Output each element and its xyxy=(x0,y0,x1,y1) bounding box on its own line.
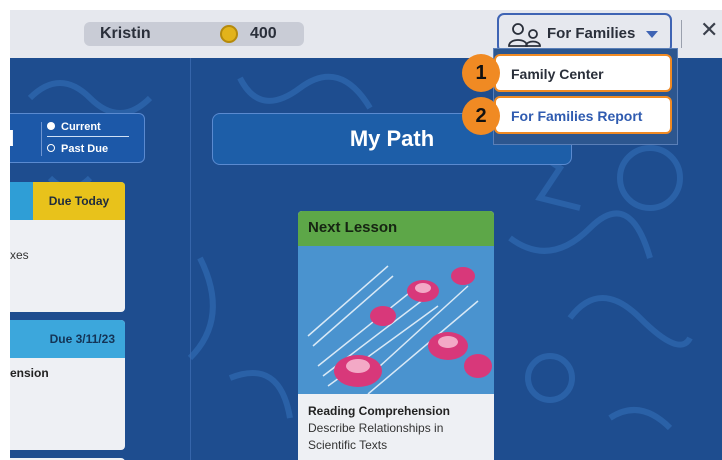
header-divider xyxy=(681,20,682,48)
menu-item-label: For Families Report xyxy=(511,108,643,124)
due-badge: Due Today xyxy=(33,182,125,220)
step-number-badge: 2 xyxy=(462,97,500,135)
assignment-filter: d Current Past Due xyxy=(10,113,145,163)
menu-item-family-center[interactable]: Family Center xyxy=(494,54,672,92)
column-divider xyxy=(190,58,191,460)
family-icon xyxy=(508,23,541,47)
user-name: Kristin xyxy=(100,25,151,42)
filter-underline xyxy=(47,136,129,137)
assignment-card[interactable]: Due 3/11/23 ension xyxy=(10,320,125,450)
filter-option-current[interactable]: Current xyxy=(47,121,101,133)
assignment-card-header: Due 3/11/23 xyxy=(10,320,125,358)
next-lesson-header: Next Lesson xyxy=(298,211,494,246)
lesson-body: Reading Comprehension Describe Relations… xyxy=(298,394,494,460)
caret-down-icon xyxy=(646,31,658,38)
lesson-subject: Reading Comprehension xyxy=(308,404,451,418)
due-badge: Due 3/11/23 xyxy=(49,332,115,346)
assignment-title: ension xyxy=(10,366,49,380)
assignment-title: xes xyxy=(10,248,29,262)
for-families-dropdown: Family Center For Families Report xyxy=(493,48,678,145)
coin-count: 400 xyxy=(250,25,277,42)
filter-option-label: Past Due xyxy=(61,143,109,155)
assignment-card-header: Due Today xyxy=(10,182,125,220)
filter-option-label: Current xyxy=(61,121,101,133)
filter-title-fragment: d xyxy=(10,126,14,152)
radio-selected-icon xyxy=(47,122,55,130)
coin-icon xyxy=(220,25,238,43)
for-families-button[interactable]: For Families xyxy=(497,13,672,53)
assignment-card[interactable]: Due Today xes xyxy=(10,182,125,312)
filter-separator xyxy=(41,122,42,156)
next-lesson-card[interactable]: Next Lesson Reading Comprehension Descri… xyxy=(298,211,494,460)
user-status-pill: Kristin 400 xyxy=(84,22,304,46)
filter-option-past-due[interactable]: Past Due xyxy=(47,143,108,155)
menu-item-label: Family Center xyxy=(511,66,604,82)
jellyfish-illustration xyxy=(298,246,494,395)
radio-unselected-icon xyxy=(47,144,55,152)
for-families-label: For Families xyxy=(547,25,636,42)
close-icon[interactable]: ✕ xyxy=(700,19,718,41)
menu-item-for-families-report[interactable]: For Families Report xyxy=(494,96,672,134)
step-number-badge: 1 xyxy=(462,54,500,92)
lesson-image xyxy=(298,246,494,395)
lesson-description: Describe Relationships in Scientific Tex… xyxy=(308,421,444,452)
